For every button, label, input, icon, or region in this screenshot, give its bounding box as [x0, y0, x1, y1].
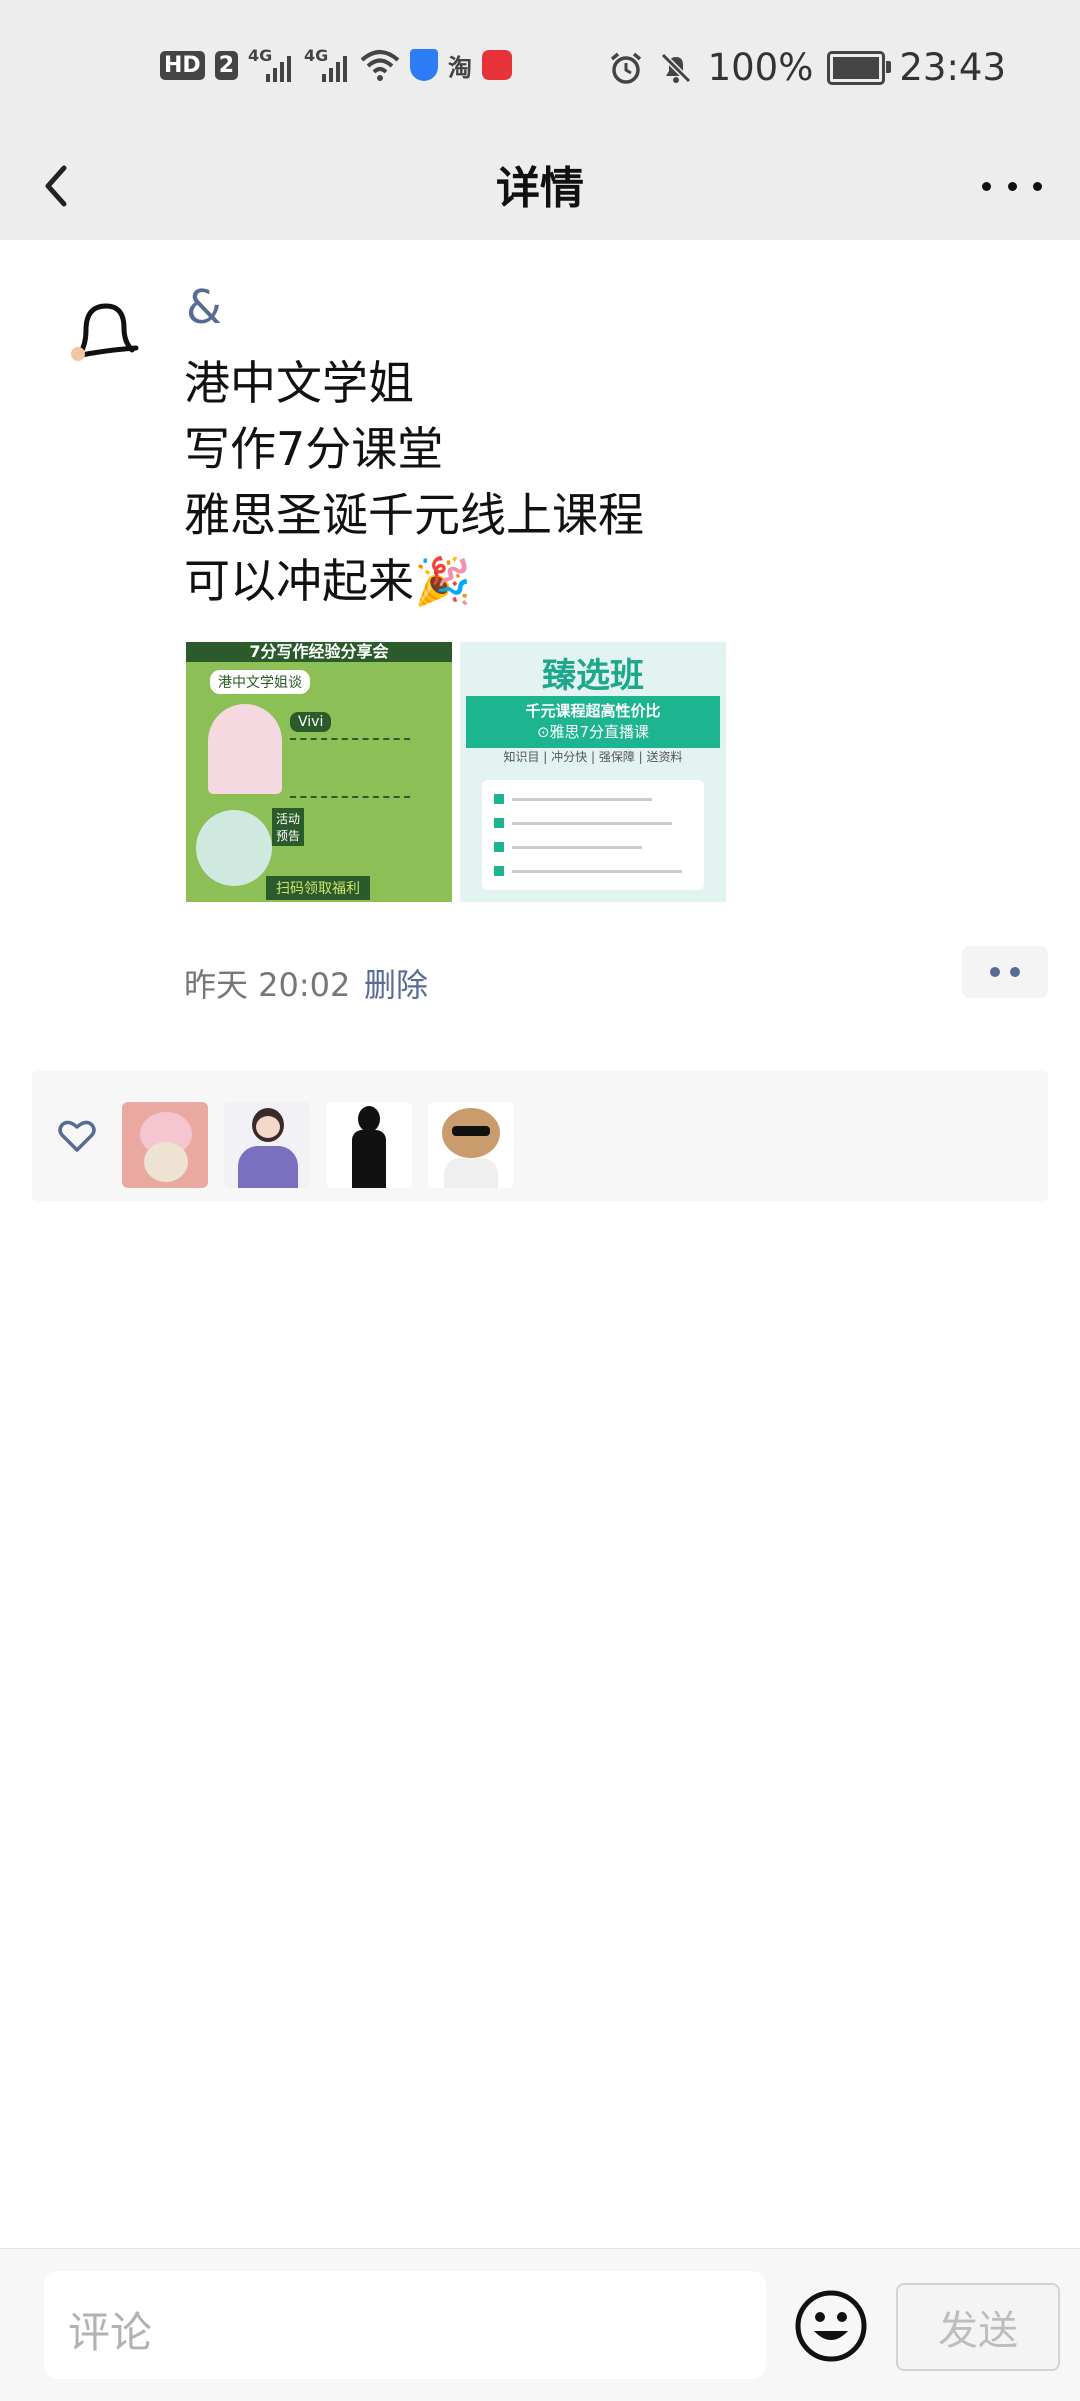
sim-badge: 2 [214, 50, 238, 80]
status-bar: HD 2 4G 4G 淘 100% 23:43 [0, 0, 1080, 138]
heart-outline-icon [58, 1120, 96, 1152]
likes-panel [32, 1070, 1048, 1202]
image2-banner: 千元课程超高性价比 ⊙雅思7分直播课 [466, 696, 720, 748]
image1-sub: 港中文学姐谈 [210, 670, 310, 694]
battery-percent: 100% [707, 46, 814, 89]
more-options-icon[interactable] [982, 166, 1042, 206]
post-line: 港中文学姐 [184, 356, 414, 410]
author-avatar-bell-icon[interactable] [62, 294, 146, 378]
liker-avatar-girl[interactable] [224, 1102, 310, 1188]
post-time: 昨天 20:02 [184, 966, 351, 1004]
nav-bar: 详情 [0, 138, 1080, 240]
taobao-icon: 淘 [448, 53, 472, 82]
image1-illustration [208, 704, 282, 794]
image1-badge2: 活动 预告 [272, 808, 305, 846]
post-line: 写作7分课堂 [184, 422, 444, 476]
mute-bell-icon [660, 52, 691, 83]
post-line: 可以冲起来🎉 [184, 554, 472, 608]
alarm-icon [610, 52, 641, 84]
comment-bar: 评论 发送 [0, 2248, 1080, 2401]
post-line: 雅思圣诞千元线上课程 [184, 488, 644, 542]
image1-header: 7分写作经验分享会 [186, 642, 452, 662]
wifi-icon [360, 50, 400, 81]
delete-link[interactable]: 删除 [364, 960, 428, 1006]
security-shield-icon [410, 49, 438, 81]
comment-input[interactable]: 评论 [44, 2271, 766, 2379]
post-text: 港中文学姐 写作7分课堂 雅思圣诞千元线上课程 可以冲起来🎉 [184, 350, 644, 614]
page-title: 详情 [496, 163, 584, 214]
image1-footer: 扫码领取福利 [266, 876, 370, 900]
image2-header: 臻选班 [542, 656, 644, 696]
liker-avatar-bear-pink[interactable] [122, 1102, 208, 1188]
signal-1-icon: 4G [248, 46, 294, 84]
signal-2-icon: 4G [304, 46, 350, 84]
reader-app-icon [482, 50, 512, 80]
status-icons-left: HD 2 4G 4G 淘 [160, 46, 512, 84]
liker-avatar-silhouette[interactable] [326, 1102, 412, 1188]
post-images: 7分写作经验分享会 港中文学姐谈 Vivi 活动 预告 扫码领取福利 臻选班 千… [186, 642, 726, 902]
clock: 23:43 [899, 46, 1006, 89]
battery-icon [827, 50, 892, 85]
liker-avatar-bear-sunglasses[interactable] [428, 1102, 514, 1188]
smiley-face-icon[interactable] [794, 2289, 868, 2363]
send-button[interactable]: 发送 [896, 2283, 1060, 2371]
post-image-2[interactable]: 臻选班 千元课程超高性价比 ⊙雅思7分直播课 知识目 | 冲分快 | 强保障 |… [460, 642, 726, 902]
image1-globe [196, 810, 272, 886]
post-image-1[interactable]: 7分写作经验分享会 港中文学姐谈 Vivi 活动 预告 扫码领取福利 [186, 642, 452, 902]
status-icons-right: 100% 23:43 [608, 46, 1006, 89]
image1-badge: Vivi [290, 712, 332, 732]
comment-placeholder: 评论 [68, 2308, 153, 2357]
image2-tags: 知识目 | 冲分快 | 强保障 | 送资料 [503, 750, 683, 764]
image2-feature-list [482, 780, 704, 890]
author-name[interactable]: & [186, 280, 222, 334]
image1-list [290, 738, 410, 798]
post-actions-button[interactable] [962, 946, 1048, 998]
hd-badge: HD [160, 50, 205, 80]
